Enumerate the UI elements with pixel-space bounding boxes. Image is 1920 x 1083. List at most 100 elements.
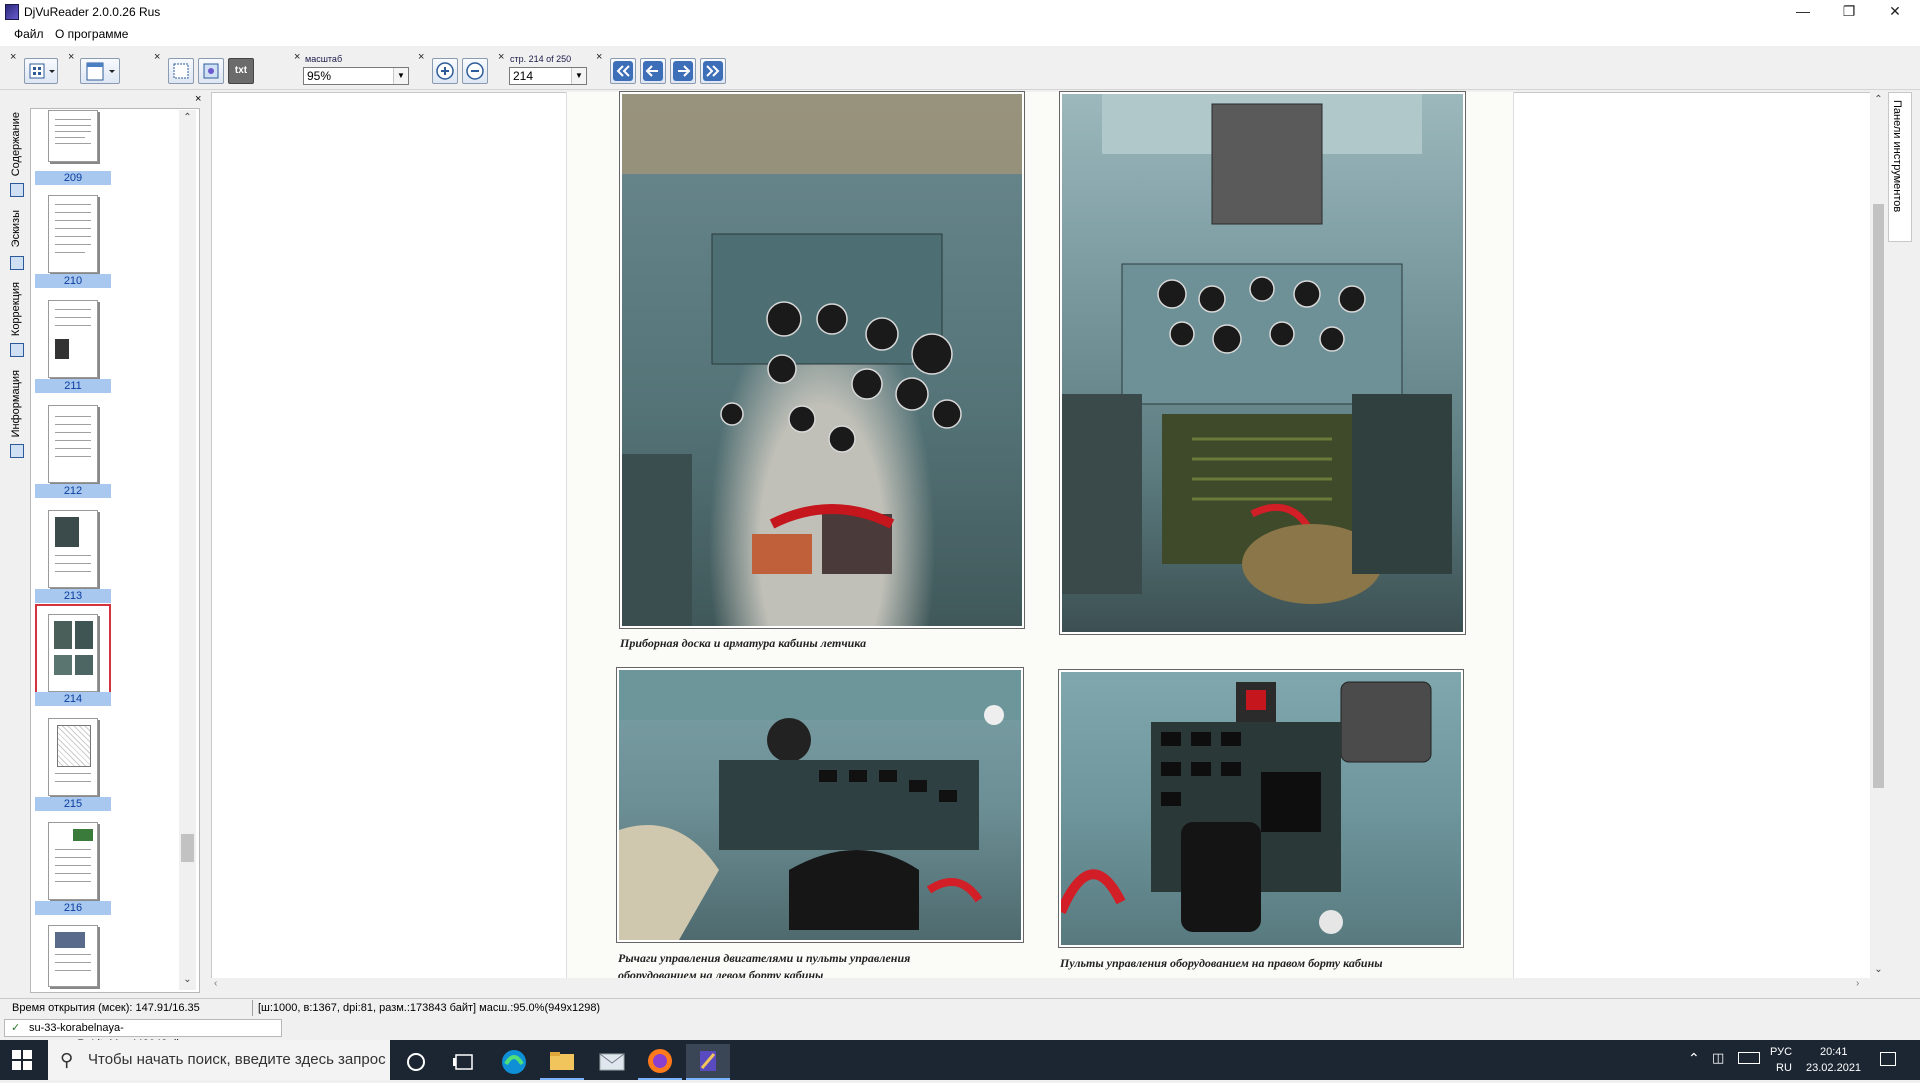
file-tab[interactable]: ✓ su-33-korabelnaya-epopeya_RuLit_Me_443… — [4, 1019, 282, 1050]
caption-instrument-panel: Приборная доска и арматура кабины летчик… — [620, 636, 867, 650]
search-icon: ⚲ — [60, 1050, 74, 1070]
first-page-button[interactable] — [610, 58, 636, 84]
zoom-in-button[interactable] — [432, 58, 458, 84]
next-page-button[interactable] — [670, 58, 696, 84]
toolbar-close-icon[interactable]: × — [10, 52, 20, 63]
check-icon: ✓ — [11, 1022, 21, 1034]
tab-thumbnails[interactable]: Эскизы — [10, 210, 22, 247]
view-mode-button[interactable] — [24, 58, 58, 84]
tool-panels-label[interactable]: Панели инструментов — [1891, 100, 1903, 212]
firefox-icon[interactable] — [638, 1044, 682, 1080]
thumbnail-label[interactable]: 216 — [35, 901, 111, 915]
thumbnails-icon — [10, 256, 24, 270]
keyboard-icon[interactable] — [1738, 1052, 1760, 1064]
document-horizontal-scrollbar[interactable]: ‹ › — [211, 978, 1870, 992]
restore-icon[interactable]: ❐ — [1826, 0, 1872, 24]
menu-about[interactable]: О программе — [55, 27, 128, 41]
thumbnail-label[interactable]: 209 — [35, 171, 111, 185]
document-vertical-scrollbar[interactable]: ⌃ ⌄ — [1870, 92, 1887, 980]
toolbar-close-icon[interactable]: × — [498, 52, 508, 63]
image-info-status: [ш:1000, в:1367, dpi:81, разм.:173843 ба… — [258, 1002, 601, 1014]
tray-chevron-up-icon[interactable]: ⌃ — [1688, 1050, 1700, 1067]
contents-icon — [10, 183, 24, 197]
app-icon — [5, 4, 19, 20]
thumbnail-label[interactable]: 213 — [35, 589, 111, 603]
thumbnail-label[interactable]: 210 — [35, 274, 111, 288]
menu-file[interactable]: Файл — [14, 27, 44, 41]
window-title: DjVuReader 2.0.0.26 Rus — [24, 5, 161, 19]
chevron-down-icon[interactable]: ▼ — [571, 68, 586, 84]
close-icon[interactable]: ✕ — [1872, 0, 1918, 24]
clock-date[interactable]: 23.02.2021 — [1806, 1062, 1861, 1074]
right-console-photo — [1059, 670, 1463, 947]
toolbar-close-icon[interactable]: × — [294, 52, 304, 63]
thumbnail-label[interactable]: 211 — [35, 379, 111, 393]
thumbnail-page-216[interactable] — [48, 822, 98, 900]
scroll-down-icon[interactable]: ⌄ — [1870, 964, 1887, 975]
text-mode-button[interactable]: txt — [228, 58, 254, 84]
scroll-left-icon[interactable]: ‹ — [214, 978, 217, 989]
language-indicator[interactable]: РУС — [1770, 1046, 1792, 1058]
thumbnail-page-215[interactable] — [48, 718, 98, 796]
select-image-button[interactable] — [198, 58, 224, 84]
page-value: 214 — [513, 69, 534, 83]
page-select[interactable]: 214 ▼ — [509, 67, 587, 85]
mail-app-icon[interactable] — [590, 1044, 634, 1080]
caption-right-console: Пульты управления оборудованием на право… — [1060, 956, 1383, 970]
notifications-icon[interactable] — [1880, 1052, 1896, 1066]
tab-correction[interactable]: Коррекция — [10, 282, 22, 336]
left-console-photo — [617, 668, 1023, 942]
thumbnail-page-217[interactable] — [48, 925, 98, 987]
status-divider — [252, 1000, 253, 1016]
correction-icon — [10, 343, 24, 357]
scroll-right-icon[interactable]: › — [1856, 978, 1859, 989]
toolbar-close-icon[interactable]: × — [418, 52, 428, 63]
thumbnail-page-214[interactable] — [48, 614, 98, 692]
task-view-icon[interactable] — [442, 1044, 486, 1080]
scroll-down-icon[interactable]: ⌄ — [179, 974, 196, 985]
chevron-down-icon[interactable]: ▼ — [393, 68, 408, 84]
thumbnail-page-211[interactable] — [48, 300, 98, 378]
scroll-thumb[interactable] — [181, 834, 194, 862]
select-area-button[interactable] — [168, 58, 194, 84]
open-time-status: Время открытия (мсек): 147.91/16.35 — [12, 1002, 200, 1014]
tab-info[interactable]: Информация — [10, 370, 22, 437]
file-tabs-bar — [0, 1018, 1920, 1038]
network-icon[interactable]: ◫ — [1712, 1050, 1724, 1066]
zoom-label: масштаб — [305, 54, 343, 64]
language-indicator-sub[interactable]: RU — [1776, 1062, 1792, 1074]
edge-icon[interactable] — [492, 1044, 536, 1080]
djvureader-taskbar-icon[interactable] — [686, 1044, 730, 1080]
thumbnail-label[interactable]: 215 — [35, 797, 111, 811]
panel-close-icon[interactable]: × — [195, 93, 201, 105]
toolbar-close-icon[interactable]: × — [154, 52, 164, 63]
file-explorer-icon[interactable] — [540, 1044, 584, 1080]
toolbar — [0, 46, 1920, 90]
search-placeholder: Чтобы начать поиск, введите здесь запрос — [88, 1051, 386, 1068]
last-page-button[interactable] — [700, 58, 726, 84]
scroll-up-icon[interactable]: ⌃ — [179, 112, 196, 123]
scroll-thumb[interactable] — [1873, 204, 1884, 788]
thumbnail-label[interactable]: 212 — [35, 484, 111, 498]
zoom-out-button[interactable] — [462, 58, 488, 84]
scroll-up-icon[interactable]: ⌃ — [1870, 94, 1887, 105]
minimize-icon[interactable]: — — [1780, 0, 1826, 24]
zoom-value: 95% — [307, 69, 332, 83]
windows-start-icon[interactable] — [12, 1050, 32, 1073]
page-layout-button[interactable] — [80, 58, 120, 84]
clock-time[interactable]: 20:41 — [1820, 1046, 1848, 1058]
taskbar-search-input[interactable]: ⚲ Чтобы начать поиск, введите здесь запр… — [48, 1040, 390, 1080]
zoom-select[interactable]: 95% ▼ — [303, 67, 409, 85]
thumbnail-scrollbar[interactable]: ⌃ ⌄ — [179, 110, 196, 990]
cortana-icon[interactable] — [394, 1044, 438, 1080]
title-bar — [0, 0, 1920, 24]
toolbar-close-icon[interactable]: × — [596, 52, 606, 63]
tab-contents[interactable]: Содержание — [10, 112, 22, 176]
thumbnail-page-212[interactable] — [48, 405, 98, 483]
thumbnail-page-213[interactable] — [48, 510, 98, 588]
thumbnail-label[interactable]: 214 — [35, 692, 111, 706]
prev-page-button[interactable] — [640, 58, 666, 84]
thumbnail-page-210[interactable] — [48, 195, 98, 273]
toolbar-close-icon[interactable]: × — [68, 52, 78, 63]
thumbnail-page-209[interactable] — [48, 110, 98, 162]
